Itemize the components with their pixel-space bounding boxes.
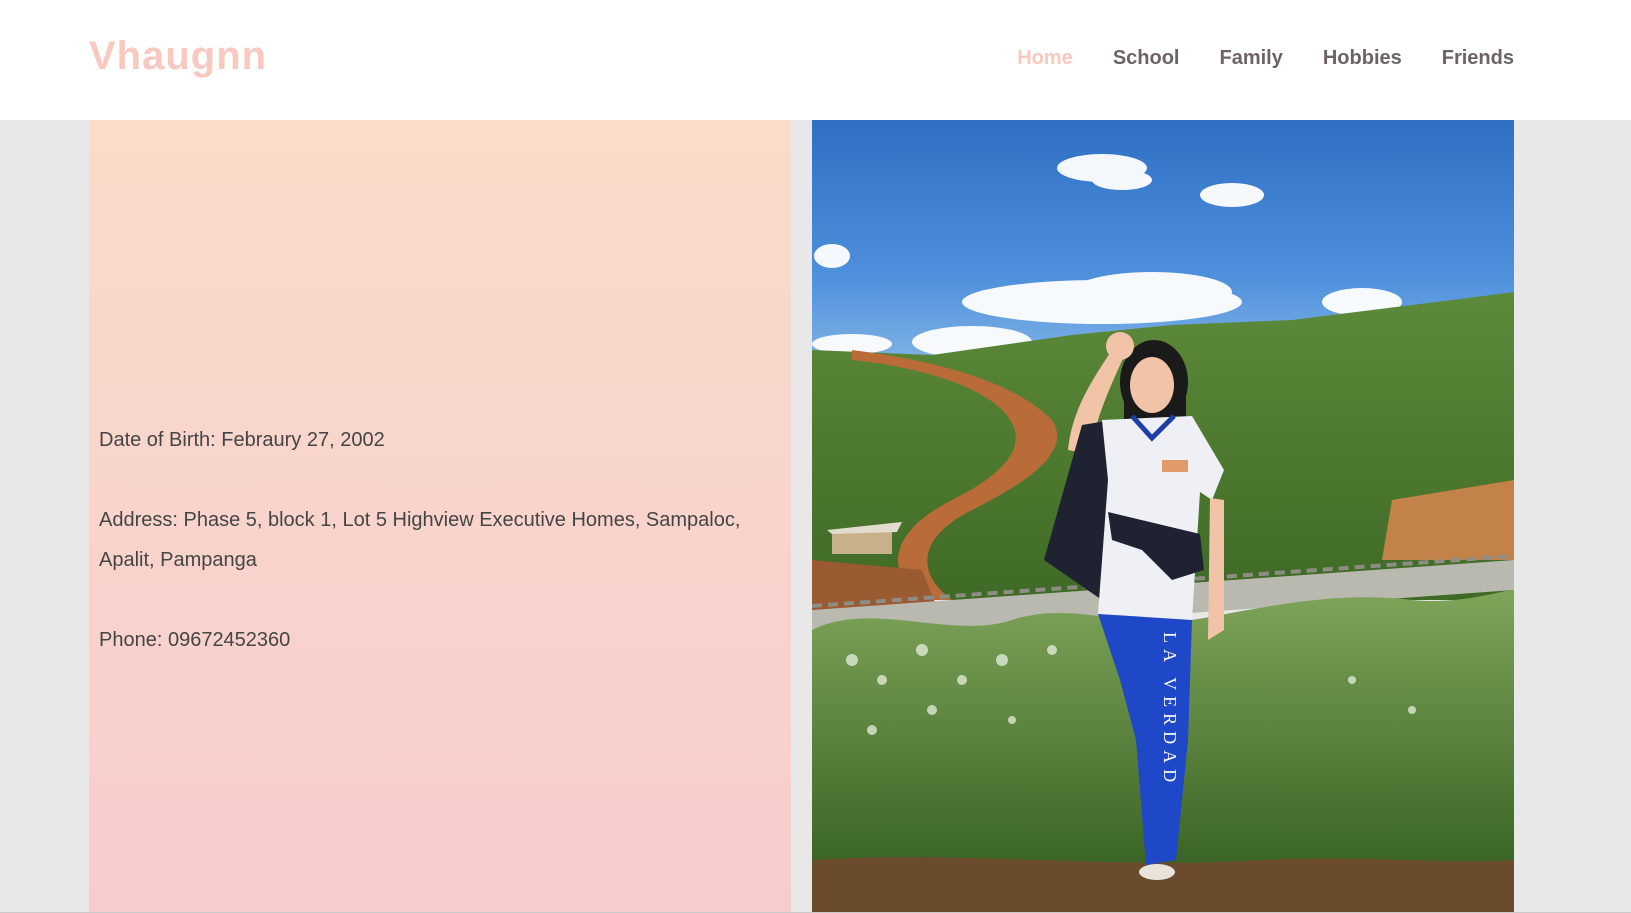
nav-hobbies[interactable]: Hobbies [1323,47,1402,70]
profile-photo: LA VERDAD [812,120,1514,912]
nav-friends[interactable]: Friends [1442,47,1514,70]
profile-info-panel: Date of Birth: Febraury 27, 2002 Address… [89,120,791,912]
brand-logo[interactable]: Vhaugnn [89,34,267,79]
nav-home[interactable]: Home [1017,47,1073,70]
site-header: Vhaugnn Home School Family Hobbies Frien… [0,0,1631,120]
nav-family[interactable]: Family [1219,47,1282,70]
address: Address: Phase 5, block 1, Lot 5 Highvie… [99,509,741,571]
date-of-birth: Date of Birth: Febraury 27, 2002 [99,429,385,451]
phone-number: Phone: 09672452360 [99,629,291,651]
nav-school[interactable]: School [1113,47,1180,70]
pants-lettering: LA VERDAD [1160,632,1180,788]
profile-details: Date of Birth: Febraury 27, 2002 Address… [99,420,759,700]
main-nav: Home School Family Hobbies Friends [1017,47,1514,70]
